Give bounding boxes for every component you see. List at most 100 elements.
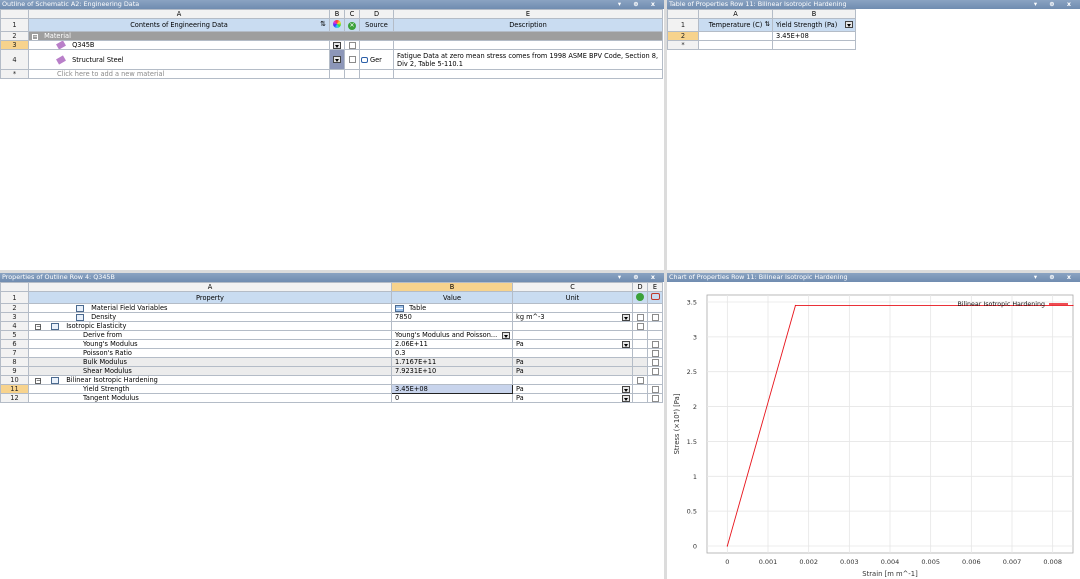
- e-cell[interactable]: [647, 357, 663, 367]
- col-header-c[interactable]: C: [344, 9, 360, 19]
- e-cell[interactable]: [647, 366, 663, 376]
- suppress-checkbox[interactable]: [348, 41, 356, 49]
- chevron-down-icon[interactable]: [502, 332, 510, 339]
- col-header-d[interactable]: D: [359, 9, 394, 19]
- suppress-checkbox[interactable]: [636, 322, 644, 330]
- parameter-checkbox[interactable]: [651, 358, 659, 366]
- col-header-b[interactable]: B: [391, 282, 513, 292]
- row-number[interactable]: 1: [0, 18, 29, 32]
- parameter-checkbox[interactable]: [651, 313, 659, 321]
- parameter-checkbox[interactable]: [651, 349, 659, 357]
- property-name-cell[interactable]: Young's Modulus: [28, 339, 392, 349]
- col-header-d[interactable]: D: [632, 282, 648, 292]
- source-cell[interactable]: Ger: [359, 49, 394, 70]
- col-header-c[interactable]: C: [512, 282, 633, 292]
- collapse-icon[interactable]: −: [35, 324, 41, 330]
- value-header[interactable]: Value: [391, 291, 513, 304]
- row-number[interactable]: 1: [0, 291, 29, 304]
- material-row-q345b[interactable]: Q345B: [28, 40, 330, 50]
- color-wheel-icon[interactable]: [329, 18, 345, 32]
- description-header[interactable]: Description: [393, 18, 663, 32]
- yield-strength-cell[interactable]: 3.45E+08: [772, 31, 856, 41]
- row-number[interactable]: 1: [667, 18, 699, 32]
- row-number[interactable]: 2: [0, 303, 29, 313]
- suppress-checkbox[interactable]: [636, 376, 644, 384]
- property-name-cell[interactable]: Derive from: [28, 330, 392, 340]
- filter-icon[interactable]: ⇅: [764, 20, 770, 28]
- chevron-down-icon[interactable]: [622, 386, 630, 393]
- temperature-cell[interactable]: [698, 40, 773, 50]
- yield-strength-header[interactable]: Yield Strength (Pa): [772, 18, 856, 32]
- row-number[interactable]: 5: [0, 330, 29, 340]
- property-name-cell[interactable]: Material Field Variables: [28, 303, 392, 313]
- chevron-down-icon[interactable]: [622, 395, 630, 402]
- chart-panel-controls[interactable]: ▾ ⊕ x: [1034, 273, 1076, 282]
- e-cell[interactable]: [647, 348, 663, 358]
- source-header[interactable]: Source: [359, 18, 394, 32]
- suppress-checkbox[interactable]: [636, 313, 644, 321]
- material-checkbox-cell[interactable]: [344, 40, 360, 50]
- description-cell[interactable]: [393, 40, 663, 50]
- material-dropdown-cell[interactable]: [329, 40, 345, 50]
- value-cell[interactable]: 0.3: [391, 348, 513, 358]
- unit-cell[interactable]: Pa: [512, 393, 633, 403]
- row-number[interactable]: 4: [0, 321, 29, 331]
- chevron-down-icon[interactable]: [845, 21, 853, 28]
- parameter-checkbox[interactable]: [651, 367, 659, 375]
- suppress-header-icon[interactable]: [632, 291, 648, 304]
- yield-strength-value-cell[interactable]: 3.45E+08: [391, 384, 513, 394]
- row-number[interactable]: 2: [667, 31, 699, 41]
- parameter-checkbox[interactable]: [651, 385, 659, 393]
- parameter-header-icon[interactable]: [647, 291, 663, 304]
- e-cell[interactable]: [647, 393, 663, 403]
- material-row-structural-steel[interactable]: Structural Steel: [28, 49, 330, 70]
- d-cell[interactable]: [632, 312, 648, 322]
- description-cell[interactable]: Fatigue Data at zero mean stress comes f…: [393, 49, 663, 70]
- suppress-checkbox[interactable]: [348, 56, 356, 63]
- properties-panel-controls[interactable]: ▾ ⊕ x: [618, 273, 660, 282]
- unit-header[interactable]: Unit: [512, 291, 633, 304]
- col-header-a[interactable]: A: [28, 9, 330, 19]
- unit-cell[interactable]: Pa: [512, 384, 633, 394]
- add-material-row[interactable]: Click here to add a new material: [28, 69, 330, 79]
- col-header-b[interactable]: B: [772, 9, 856, 19]
- outline-panel-controls[interactable]: ▾ ⊕ x: [618, 0, 660, 9]
- row-number[interactable]: 6: [0, 339, 29, 349]
- col-header-a[interactable]: A: [698, 9, 773, 19]
- temperature-cell[interactable]: [698, 31, 773, 41]
- row-number[interactable]: 4: [0, 49, 29, 70]
- chevron-down-icon[interactable]: [333, 56, 341, 63]
- property-header[interactable]: Property: [28, 291, 392, 304]
- value-cell[interactable]: Table: [391, 303, 513, 313]
- property-name-cell[interactable]: − Bilinear Isotropic Hardening: [28, 375, 392, 385]
- material-checkbox-cell[interactable]: [344, 49, 360, 70]
- filter-icon[interactable]: ⇅: [320, 20, 326, 28]
- row-number[interactable]: 7: [0, 348, 29, 358]
- property-name-cell[interactable]: Tangent Modulus: [28, 393, 392, 403]
- table-properties-controls[interactable]: ▾ ⊕ x: [1034, 0, 1076, 9]
- contents-header[interactable]: Contents of Engineering Data ⇅: [28, 18, 330, 32]
- property-name-cell[interactable]: Yield Strength: [28, 384, 392, 394]
- row-number[interactable]: 3: [0, 312, 29, 322]
- unit-cell[interactable]: kg m^-3: [512, 312, 633, 322]
- yield-strength-cell[interactable]: [772, 40, 856, 50]
- value-cell[interactable]: 7850: [391, 312, 513, 322]
- property-name-cell[interactable]: Density: [28, 312, 392, 322]
- material-category-row[interactable]: − Material: [28, 31, 663, 41]
- d-cell[interactable]: [632, 375, 648, 385]
- col-header-e[interactable]: E: [647, 282, 663, 292]
- row-number[interactable]: 11: [0, 384, 29, 394]
- row-number[interactable]: 9: [0, 366, 29, 376]
- stress-strain-chart[interactable]: 0 0.001 0.002 0.003 0.004 0.005 0.006 0.007 0.00…: [667, 282, 1080, 579]
- value-cell[interactable]: 0: [391, 393, 513, 403]
- e-cell[interactable]: [647, 339, 663, 349]
- unit-cell[interactable]: Pa: [512, 339, 633, 349]
- chevron-down-icon[interactable]: [622, 341, 630, 348]
- property-name-cell[interactable]: Bulk Modulus: [28, 357, 392, 367]
- chevron-down-icon[interactable]: [622, 314, 630, 321]
- property-name-cell[interactable]: Shear Modulus: [28, 366, 392, 376]
- col-header-a[interactable]: A: [28, 282, 392, 292]
- collapse-icon[interactable]: −: [35, 378, 41, 384]
- value-cell[interactable]: 2.06E+11: [391, 339, 513, 349]
- chevron-down-icon[interactable]: [333, 41, 341, 49]
